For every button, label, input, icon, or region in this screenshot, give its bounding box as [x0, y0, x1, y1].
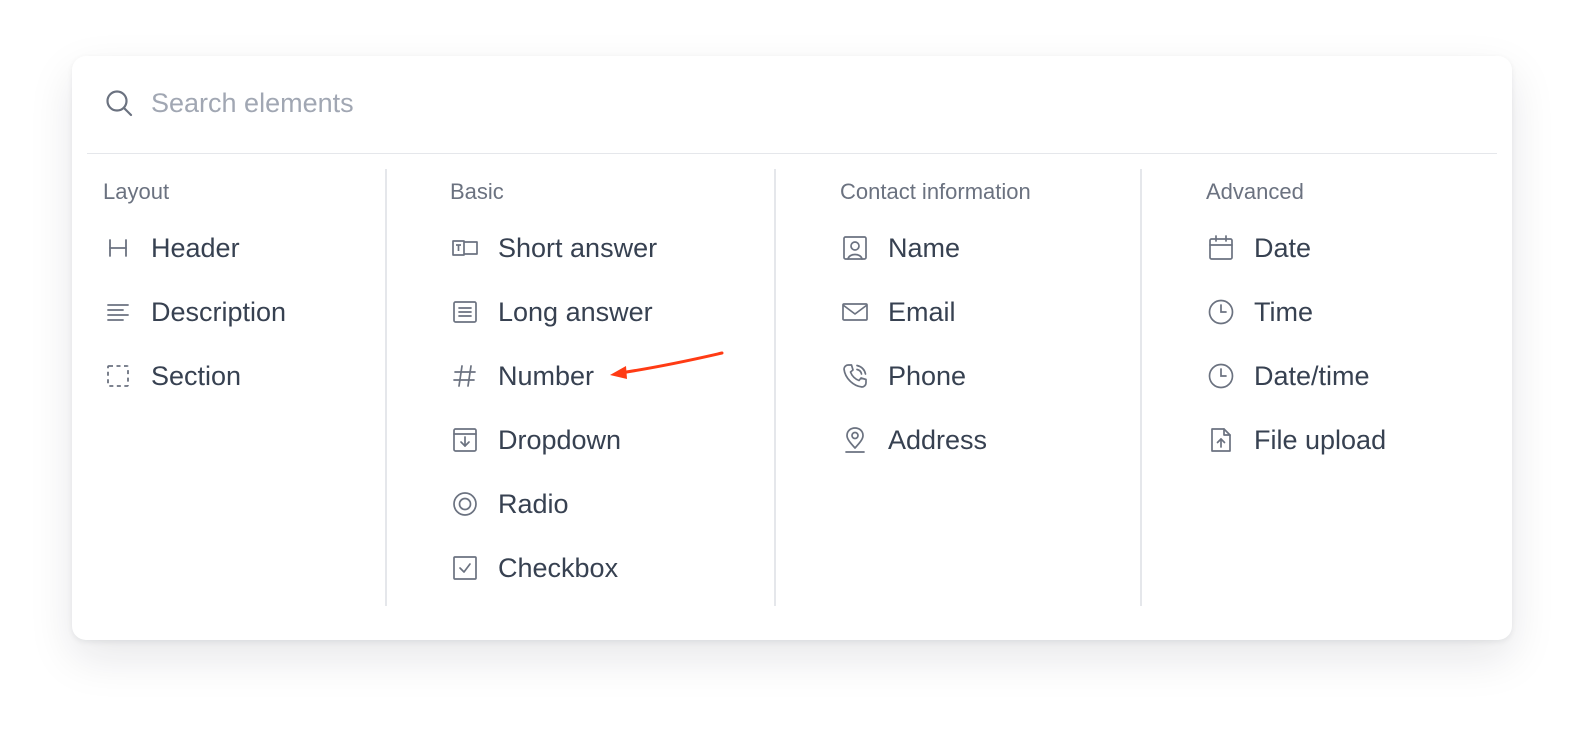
column-title: Basic [450, 179, 504, 204]
element-time[interactable]: Time [1206, 280, 1386, 344]
element-dropdown[interactable]: Dropdown [450, 408, 657, 472]
element-label: Date/time [1254, 360, 1370, 391]
clock-icon [1206, 297, 1236, 327]
element-label: Radio [498, 488, 569, 519]
search-input[interactable] [151, 80, 1051, 126]
column-advanced: Advanced Date Time Date/time File upload [1206, 174, 1386, 472]
element-date[interactable]: Date [1206, 216, 1386, 280]
element-phone[interactable]: Phone [840, 344, 1031, 408]
column-title: Layout [103, 179, 170, 204]
calendar-icon [1206, 233, 1236, 263]
column-title: Advanced [1206, 179, 1304, 204]
element-name[interactable]: Name [840, 216, 1031, 280]
envelope-icon [840, 297, 870, 327]
element-date-time[interactable]: Date/time [1206, 344, 1386, 408]
column-divider [774, 169, 776, 606]
element-label: Dropdown [498, 424, 622, 455]
map-pin-icon [840, 425, 870, 455]
file-upload-icon [1206, 425, 1236, 455]
element-label: Date [1254, 232, 1312, 263]
element-label: Short answer [498, 232, 658, 263]
column-layout: Layout Header Description Section [103, 174, 286, 408]
checkbox-icon [450, 553, 480, 583]
text-input-icon [450, 233, 480, 263]
element-label: Address [888, 424, 988, 455]
element-label: Name [888, 232, 961, 263]
user-portrait-icon [840, 233, 870, 263]
heading-icon [103, 233, 133, 263]
column-divider [1140, 169, 1142, 606]
element-description[interactable]: Description [103, 280, 286, 344]
dashed-square-icon [103, 361, 133, 391]
element-label: Email [888, 296, 956, 327]
element-header[interactable]: Header [103, 216, 286, 280]
column-contact-information: Contact information Name Email Phone Add… [840, 174, 1031, 472]
annotation-arrow [610, 351, 724, 379]
column-divider [385, 169, 387, 606]
element-file-upload[interactable]: File upload [1206, 408, 1386, 472]
element-label: Time [1254, 296, 1313, 327]
element-radio[interactable]: Radio [450, 472, 657, 536]
radio-icon [450, 489, 480, 519]
element-label: Long answer [498, 296, 653, 327]
element-label: Phone [888, 360, 967, 391]
textarea-icon [450, 297, 480, 327]
column-basic: Basic Short answer Long answer Number Dr… [450, 174, 657, 600]
element-label: File upload [1254, 424, 1387, 455]
element-long-answer[interactable]: Long answer [450, 280, 657, 344]
element-label: Description [151, 296, 287, 327]
column-title: Contact information [840, 179, 1031, 204]
text-lines-icon [103, 297, 133, 327]
dropdown-box-icon [450, 425, 480, 455]
element-label: Header [151, 232, 240, 263]
element-short-answer[interactable]: Short answer [450, 216, 657, 280]
element-email[interactable]: Email [840, 280, 1031, 344]
phone-icon [840, 361, 870, 391]
search-icon [104, 88, 134, 118]
element-checkbox[interactable]: Checkbox [450, 536, 657, 600]
element-label: Section [151, 360, 242, 391]
element-label: Number [498, 360, 595, 391]
element-address[interactable]: Address [840, 408, 1031, 472]
element-label: Checkbox [498, 552, 619, 583]
element-picker-panel: Layout Header Description Se [72, 56, 1512, 640]
search-bar [87, 56, 1497, 154]
clock-icon [1206, 361, 1236, 391]
element-section[interactable]: Section [103, 344, 286, 408]
hash-icon [450, 361, 480, 391]
